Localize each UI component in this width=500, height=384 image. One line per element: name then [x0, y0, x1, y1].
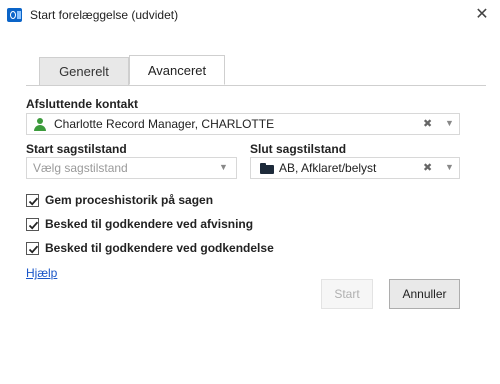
- help-link[interactable]: Hjælp: [26, 266, 57, 280]
- chevron-down-icon[interactable]: ▼: [219, 162, 228, 172]
- end-state-value: AB, Afklaret/belyst: [279, 161, 377, 175]
- clear-icon[interactable]: ✖: [423, 117, 432, 130]
- end-state-combobox[interactable]: AB, Afklaret/belyst ✖ ▼: [250, 157, 460, 179]
- checkbox-process-history[interactable]: [26, 194, 39, 207]
- tab-generelt[interactable]: Generelt: [39, 57, 129, 86]
- cancel-button[interactable]: Annuller: [389, 279, 460, 309]
- chevron-down-icon[interactable]: ▼: [445, 162, 454, 172]
- closing-contact-label: Afsluttende kontakt: [26, 97, 139, 111]
- checkbox-notify-reject[interactable]: [26, 218, 39, 231]
- chevron-down-icon[interactable]: ▼: [445, 118, 454, 128]
- start-button[interactable]: Start: [321, 279, 373, 309]
- end-state-label: Slut sagstilstand: [250, 142, 347, 156]
- title-bar: Start forelæggelse (udvidet) ✕: [0, 0, 500, 30]
- start-state-label: Start sagstilstand: [26, 142, 127, 156]
- close-button[interactable]: ✕: [464, 0, 500, 30]
- clear-icon[interactable]: ✖: [423, 161, 432, 174]
- person-icon: [34, 118, 46, 131]
- window-title: Start forelæggelse (udvidet): [30, 8, 179, 22]
- checkbox-label[interactable]: Besked til godkendere ved godkendelse: [45, 241, 274, 255]
- checkmark-icon: [28, 221, 39, 230]
- tab-avanceret[interactable]: Avanceret: [129, 55, 225, 85]
- folder-icon: [260, 163, 274, 174]
- start-state-combobox[interactable]: Vælg sagstilstand ▼: [26, 157, 237, 179]
- checkbox-notify-approve[interactable]: [26, 242, 39, 255]
- closing-contact-value: Charlotte Record Manager, CHARLOTTE: [54, 117, 275, 131]
- checkbox-label[interactable]: Gem proceshistorik på sagen: [45, 193, 213, 207]
- checkbox-label[interactable]: Besked til godkendere ved afvisning: [45, 217, 253, 231]
- start-state-placeholder: Vælg sagstilstand: [33, 161, 128, 175]
- closing-contact-combobox[interactable]: Charlotte Record Manager, CHARLOTTE ✖ ▼: [26, 113, 460, 135]
- outlook-app-icon: [7, 8, 22, 22]
- checkmark-icon: [28, 197, 39, 206]
- checkmark-icon: [28, 245, 39, 254]
- tab-divider: [26, 85, 486, 86]
